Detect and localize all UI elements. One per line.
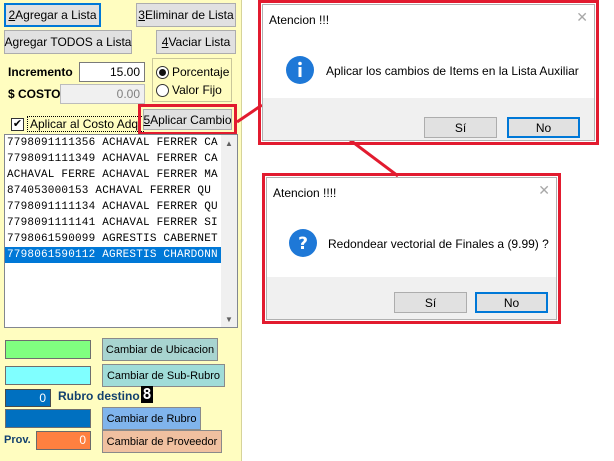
connector-line-2 bbox=[349, 138, 399, 178]
highlight-dialog-redondear bbox=[262, 173, 561, 324]
highlight-dialog-aplicar bbox=[258, 0, 599, 145]
